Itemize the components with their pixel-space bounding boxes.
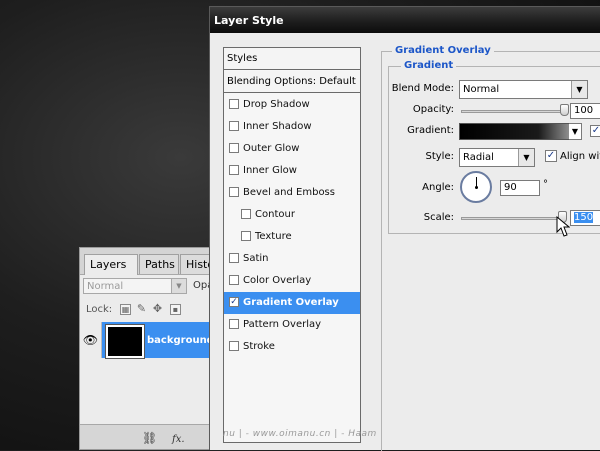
gradient-style-select[interactable]: Radial ▼ [459, 148, 535, 167]
tab-layers-label: Layers [90, 258, 127, 271]
style-item-label: Texture [255, 231, 292, 242]
styles-header[interactable]: Styles [224, 48, 360, 70]
blending-options-item[interactable]: Blending Options: Default [224, 71, 360, 93]
layer-style-dialog: Layer Style Styles Blending Options: Def… [209, 6, 600, 451]
gradient-label: Gradient: [407, 125, 454, 136]
style-item-label: Pattern Overlay [243, 319, 322, 330]
style-checkbox-pattern-overlay[interactable] [229, 319, 239, 329]
mouse-pointer-icon [556, 216, 570, 237]
lock-label: Lock: [86, 304, 113, 315]
style-item-label: Outer Glow [243, 143, 300, 154]
styles-header-label: Styles [227, 53, 258, 64]
tab-paths-label: Paths [145, 258, 175, 271]
style-item-drop-shadow[interactable]: Drop Shadow [224, 94, 360, 116]
dialog-title: Layer Style [214, 14, 284, 27]
style-checkbox-gradient-overlay[interactable]: ✓ [229, 297, 239, 307]
style-item-inner-shadow[interactable]: Inner Shadow [224, 116, 360, 138]
eye-icon[interactable]: 👁 [80, 322, 102, 358]
opacity-label: Opacity: [412, 104, 454, 115]
angle-unit: ° [543, 179, 548, 190]
angle-dial[interactable] [460, 171, 492, 203]
gradient-subgroup-title: Gradient [401, 60, 457, 71]
style-item-label: Contour [255, 209, 295, 220]
tab-paths[interactable]: Paths [139, 254, 179, 274]
style-checkbox-texture[interactable] [241, 231, 251, 241]
scale-input[interactable]: 150 [570, 210, 600, 226]
dialog-titlebar[interactable]: Layer Style [210, 7, 600, 33]
style-item-satin[interactable]: Satin [224, 248, 360, 270]
chevron-down-icon: ▼ [569, 124, 581, 139]
align-with-layer-checkbox[interactable]: ✓ [545, 150, 557, 162]
angle-dial-center [475, 186, 478, 189]
style-item-color-overlay[interactable]: Color Overlay [224, 270, 360, 292]
lock-move-icon[interactable]: ✥ [152, 303, 163, 315]
blend-mode-label: Blend Mode: [391, 83, 454, 94]
scale-slider-track[interactable] [461, 217, 565, 220]
style-item-label: Stroke [243, 341, 275, 352]
style-checkbox-stroke[interactable] [229, 341, 239, 351]
angle-input[interactable]: 90 [500, 180, 540, 196]
style-checkbox-outer-glow[interactable] [229, 143, 239, 153]
gradient-swatch[interactable] [459, 123, 573, 140]
style-item-outer-glow[interactable]: Outer Glow [224, 138, 360, 160]
scale-value: 150 [574, 212, 594, 223]
style-item-bevel-and-emboss[interactable]: Bevel and Emboss [224, 182, 360, 204]
tab-layers[interactable]: Layers × [84, 254, 138, 290]
style-item-label: Bevel and Emboss [243, 187, 335, 198]
chevron-down-icon: ▼ [518, 149, 534, 166]
opacity-slider-thumb[interactable] [560, 104, 569, 116]
style-item-label: Satin [243, 253, 269, 264]
layer-blend-mode-value: Normal [87, 281, 124, 292]
style-checkbox-bevel-and-emboss[interactable] [229, 187, 239, 197]
style-checkbox-color-overlay[interactable] [229, 275, 239, 285]
layer-blend-mode-select[interactable]: Normal ▼ [83, 278, 187, 294]
style-item-label: Gradient Overlay [243, 297, 339, 308]
lock-all-icon[interactable]: ▪ [170, 304, 181, 315]
fx-icon[interactable]: fx. [172, 434, 185, 445]
style-item-label: Inner Glow [243, 165, 297, 176]
gradient-overlay-title: Gradient Overlay [392, 45, 494, 56]
style-item-gradient-overlay[interactable]: ✓ Gradient Overlay [224, 292, 360, 314]
opacity-value: 100 [574, 105, 594, 116]
style-checkbox-contour[interactable] [241, 209, 251, 219]
angle-label: Angle: [422, 182, 454, 193]
scale-label: Scale: [423, 212, 454, 223]
layer-name: background [147, 335, 214, 346]
style-checkbox-inner-shadow[interactable] [229, 121, 239, 131]
style-item-inner-glow[interactable]: Inner Glow [224, 160, 360, 182]
opacity-slider-track[interactable] [461, 110, 565, 113]
lock-transparency-icon[interactable]: ▦ [120, 304, 131, 315]
style-checkbox-drop-shadow[interactable] [229, 99, 239, 109]
blend-mode-select[interactable]: Normal ▼ [459, 80, 588, 99]
gradient-style-value: Radial [463, 152, 494, 163]
style-checkbox-inner-glow[interactable] [229, 165, 239, 175]
align-with-layer-label: Align with [560, 151, 600, 162]
link-icon[interactable]: ⛓ [142, 431, 157, 445]
style-item-contour[interactable]: Contour [224, 204, 360, 226]
blending-options-label: Blending Options: Default [227, 76, 356, 87]
reverse-checkbox[interactable]: ✓ [590, 125, 600, 137]
style-item-texture[interactable]: Texture [224, 226, 360, 248]
watermark-text: nu | - www.oimanu.cn | - Haam [223, 429, 377, 439]
gradient-dropdown[interactable]: ▼ [569, 123, 582, 140]
chevron-down-icon: ▼ [171, 279, 186, 293]
lock-brush-icon[interactable]: ✎ [136, 303, 147, 315]
layer-thumbnail [106, 325, 144, 358]
style-item-label: Inner Shadow [243, 121, 312, 132]
style-checkbox-satin[interactable] [229, 253, 239, 263]
style-item-label: Color Overlay [243, 275, 312, 286]
opacity-input[interactable]: 100 [570, 103, 600, 119]
blend-mode-value: Normal [463, 84, 500, 95]
style-label: Style: [425, 151, 455, 162]
style-item-stroke[interactable]: Stroke [224, 336, 360, 358]
style-item-pattern-overlay[interactable]: Pattern Overlay [224, 314, 360, 336]
style-item-label: Drop Shadow [243, 99, 310, 110]
styles-list: Styles Blending Options: Default Drop Sh… [223, 47, 361, 443]
angle-value: 90 [504, 182, 517, 193]
chevron-down-icon: ▼ [571, 81, 587, 98]
